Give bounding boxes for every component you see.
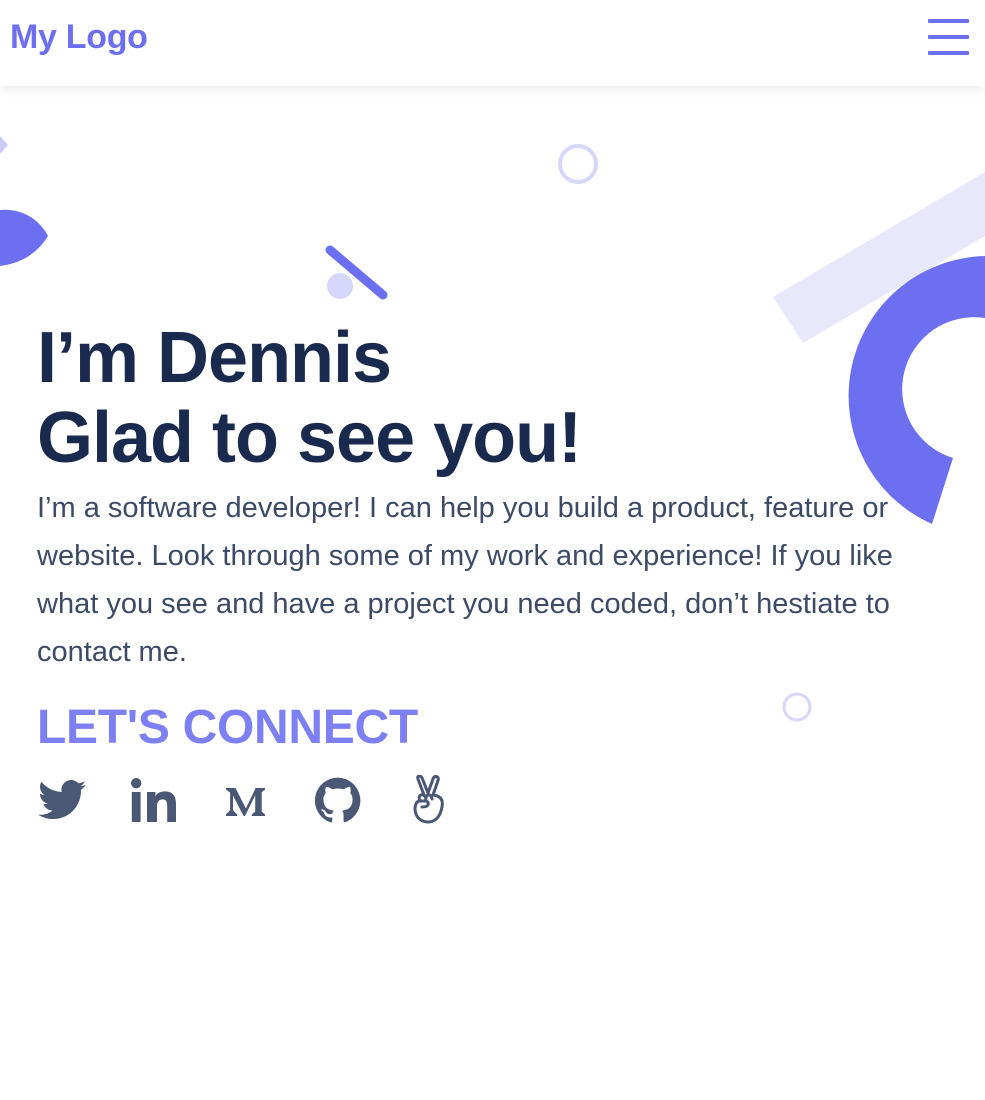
angellist-link[interactable]	[405, 775, 455, 825]
hero-title-line2: Glad to see you!	[37, 398, 582, 478]
menu-bar	[928, 51, 969, 55]
twitter-icon	[38, 780, 86, 819]
linkedin-link[interactable]	[129, 775, 179, 825]
linkedin-icon	[131, 778, 176, 822]
github-link[interactable]	[313, 775, 363, 825]
github-icon	[315, 777, 361, 823]
hero-section: I’m Dennis Glad to see you! I’m a softwa…	[37, 318, 917, 676]
logo-link[interactable]: My Logo	[10, 18, 148, 57]
hero-title-line1: I’m Dennis	[37, 318, 392, 398]
deco-dot	[327, 273, 353, 299]
navbar: My Logo	[0, 0, 985, 86]
angellist-icon	[413, 775, 444, 824]
twitter-link[interactable]	[37, 775, 87, 825]
hamburger-menu-icon[interactable]	[928, 19, 970, 57]
deco-diamond	[0, 136, 8, 154]
menu-bar	[928, 35, 969, 39]
deco-ring-top	[558, 144, 598, 184]
medium-icon	[226, 788, 265, 816]
connect-heading: LET'S CONNECT	[37, 701, 418, 754]
hero-title: I’m Dennis Glad to see you!	[37, 318, 917, 478]
menu-bar	[928, 19, 969, 23]
deco-half-circle	[0, 209, 48, 266]
deco-ring-right	[782, 692, 812, 722]
social-links	[37, 775, 497, 825]
medium-link[interactable]	[221, 775, 271, 825]
hero-description: I’m a software developer! I can help you…	[37, 492, 893, 668]
